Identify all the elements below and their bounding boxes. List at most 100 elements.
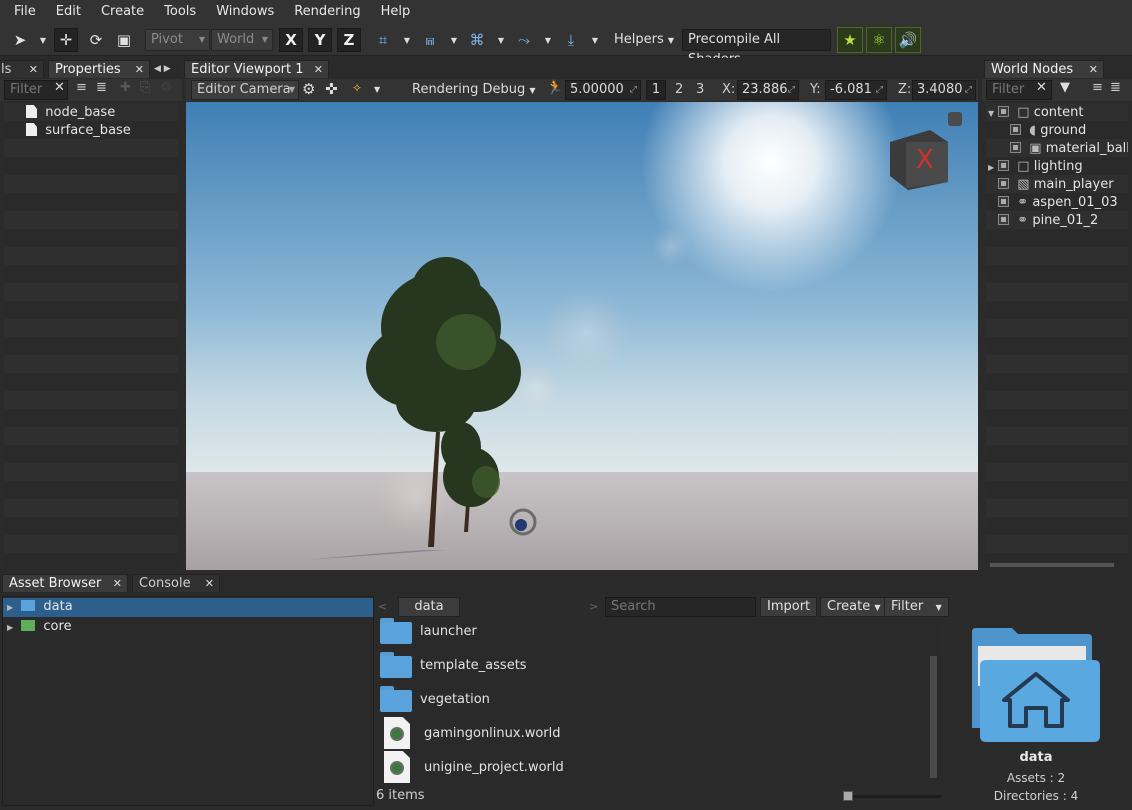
tab-scroll-arrows-icon[interactable]: ◀ ▶ <box>154 60 182 78</box>
close-icon[interactable]: ✕ <box>135 61 144 79</box>
tab-properties[interactable]: Properties ✕ <box>48 60 150 78</box>
collapse-tree-icon[interactable]: ≡ <box>1092 80 1103 95</box>
asset-item-launcher[interactable]: launcher <box>380 614 930 648</box>
menu-windows[interactable]: Windows <box>206 0 284 24</box>
node-checkbox[interactable] <box>998 196 1009 207</box>
asset-item-vegetation[interactable]: vegetation <box>380 682 930 716</box>
snap-surface-icon[interactable]: ⩎ <box>418 28 442 52</box>
node-checkbox[interactable] <box>1010 142 1021 153</box>
snap-grid-icon[interactable]: ⌗ <box>371 28 395 52</box>
menu-help[interactable]: Help <box>371 0 421 24</box>
tab-world-nodes[interactable]: World Nodes ✕ <box>984 60 1104 78</box>
scale-tool-icon[interactable]: ▣ <box>112 28 136 52</box>
viewport-3d-scene[interactable]: X <box>186 102 978 570</box>
tab-editor-viewport[interactable]: Editor Viewport 1 ✕ <box>184 60 329 78</box>
chevron-down-icon[interactable]: ▼ <box>449 28 459 52</box>
rotate-tool-icon[interactable]: ⟳ <box>84 28 108 52</box>
expand-tree-icon[interactable]: ≣ <box>1110 80 1121 95</box>
rendering-debug-menu[interactable]: Rendering Debug ▼ <box>412 80 536 100</box>
add-icon[interactable]: ✚ <box>120 80 131 95</box>
tab-console[interactable]: Console ✕ <box>132 574 220 592</box>
axis-y-button[interactable]: Y <box>308 28 332 52</box>
back-arrow-icon[interactable]: < <box>378 600 387 613</box>
clear-filter-icon[interactable]: ✕ <box>54 80 65 95</box>
asset-item-unigine-project-world[interactable]: unigine_project.world <box>380 750 930 784</box>
axis-x-button[interactable]: X <box>279 28 303 52</box>
list-item[interactable]: surface_base <box>26 122 131 140</box>
node-checkbox[interactable] <box>998 106 1009 117</box>
sound-icon[interactable]: 🔊 <box>895 27 921 53</box>
helpers-menu[interactable]: Helpers ▼ <box>614 29 674 51</box>
zoom-slider-handle[interactable] <box>843 791 853 801</box>
list-item[interactable]: node_base <box>26 104 115 122</box>
close-icon[interactable]: ✕ <box>205 575 214 593</box>
clear-filter-icon[interactable]: ✕ <box>1036 80 1047 95</box>
expand-arrow-icon[interactable]: ▶ <box>988 159 998 177</box>
collapse-tree-icon[interactable]: ≡ <box>76 80 87 95</box>
snap-node-icon[interactable]: ⌘ <box>465 28 489 52</box>
node-checkbox[interactable] <box>1010 124 1021 135</box>
x-coord-field[interactable]: 23.886 ⤢ <box>737 80 799 100</box>
asset-tree-item-core[interactable]: ▶ core <box>7 618 72 636</box>
chevron-down-icon[interactable]: ▼ <box>496 28 506 52</box>
tree-node[interactable]: ▧ main_player <box>998 176 1114 194</box>
chevron-down-icon[interactable]: ▼ <box>590 28 600 52</box>
tab-asset-browser[interactable]: Asset Browser ✕ <box>2 574 128 592</box>
menu-edit[interactable]: Edit <box>46 0 91 24</box>
tree-node[interactable]: ▼ □ content <box>988 104 1083 122</box>
close-icon[interactable]: ✕ <box>29 61 38 79</box>
node-checkbox[interactable] <box>998 178 1009 189</box>
z-coord-field[interactable]: 3.4080 ⤢ <box>912 80 976 100</box>
chevron-down-icon[interactable]: ▼ <box>543 28 553 52</box>
pivot-select[interactable]: Pivot ▼ <box>145 29 210 51</box>
move-tool-icon[interactable]: ✛ <box>54 28 78 52</box>
chevron-down-icon[interactable]: ▼ <box>38 28 48 52</box>
tree-node[interactable]: ◖ ground <box>1010 122 1086 140</box>
layout-1-button[interactable]: 1 <box>646 80 666 100</box>
expand-arrow-icon[interactable]: ▶ <box>7 599 17 617</box>
y-coord-field[interactable]: -6.081 ⤢ <box>825 80 887 100</box>
snap-vertex-icon[interactable]: ⤳ <box>512 28 536 52</box>
node-checkbox[interactable] <box>998 160 1009 171</box>
menu-create[interactable]: Create <box>91 0 154 24</box>
zoom-slider[interactable] <box>843 795 941 798</box>
horizontal-scrollbar[interactable] <box>990 563 1114 567</box>
menu-file[interactable]: File <box>4 0 46 24</box>
asset-item-gamingonlinux-world[interactable]: gamingonlinux.world <box>380 716 930 750</box>
copy-icon[interactable]: ⎘ <box>140 80 150 95</box>
vertical-scrollbar[interactable] <box>930 656 937 778</box>
move-camera-icon[interactable]: ✜ <box>325 80 338 98</box>
layout-2-button[interactable]: 2 <box>675 80 683 100</box>
expand-arrow-icon[interactable]: ▼ <box>988 105 998 123</box>
tree-node[interactable]: ⚭ aspen_01_03 <box>998 194 1118 212</box>
select-pointer-icon[interactable]: ➤ <box>8 28 32 52</box>
menu-rendering[interactable]: Rendering <box>284 0 370 24</box>
tree-node[interactable]: ▣ material_ball <box>1010 140 1128 158</box>
expand-tree-icon[interactable]: ≣ <box>96 80 107 95</box>
light-wand-icon[interactable]: ✧ <box>352 81 362 95</box>
scene-render[interactable]: X <box>186 102 978 570</box>
filter-funnel-icon[interactable]: ▼ <box>1060 80 1070 95</box>
camera-type-icon[interactable] <box>948 112 962 126</box>
node-checkbox[interactable] <box>998 214 1009 225</box>
tree-node[interactable]: ▶ □ lighting <box>988 158 1083 176</box>
menu-tools[interactable]: Tools <box>154 0 206 24</box>
layout-3-button[interactable]: 3 <box>696 80 704 100</box>
asset-tree-item-data[interactable]: ▶ data <box>7 598 73 616</box>
close-icon[interactable]: ✕ <box>1089 61 1098 79</box>
tab-partial[interactable]: ls ✕ <box>0 60 44 78</box>
drop-to-ground-icon[interactable]: ⤓ <box>559 28 583 52</box>
expand-arrow-icon[interactable]: ▶ <box>7 619 17 637</box>
camera-speed-field[interactable]: 5.00000 ⤢ <box>565 80 641 100</box>
precompile-shaders-button[interactable]: Precompile All Shaders <box>682 29 831 67</box>
close-icon[interactable]: ✕ <box>314 61 323 79</box>
camera-select[interactable]: Editor Camera ▼ <box>191 80 299 100</box>
trash-icon[interactable]: ♲ <box>160 80 172 95</box>
tree-node[interactable]: ⚭ pine_01_2 <box>998 212 1098 230</box>
close-icon[interactable]: ✕ <box>113 575 122 593</box>
chevron-down-icon[interactable]: ▼ <box>374 81 380 99</box>
chevron-down-icon[interactable]: ▼ <box>402 28 412 52</box>
world-space-select[interactable]: World ▼ <box>211 29 273 51</box>
asset-item-template-assets[interactable]: template_assets <box>380 648 930 682</box>
play-simulation-icon[interactable]: ★ <box>837 27 863 53</box>
